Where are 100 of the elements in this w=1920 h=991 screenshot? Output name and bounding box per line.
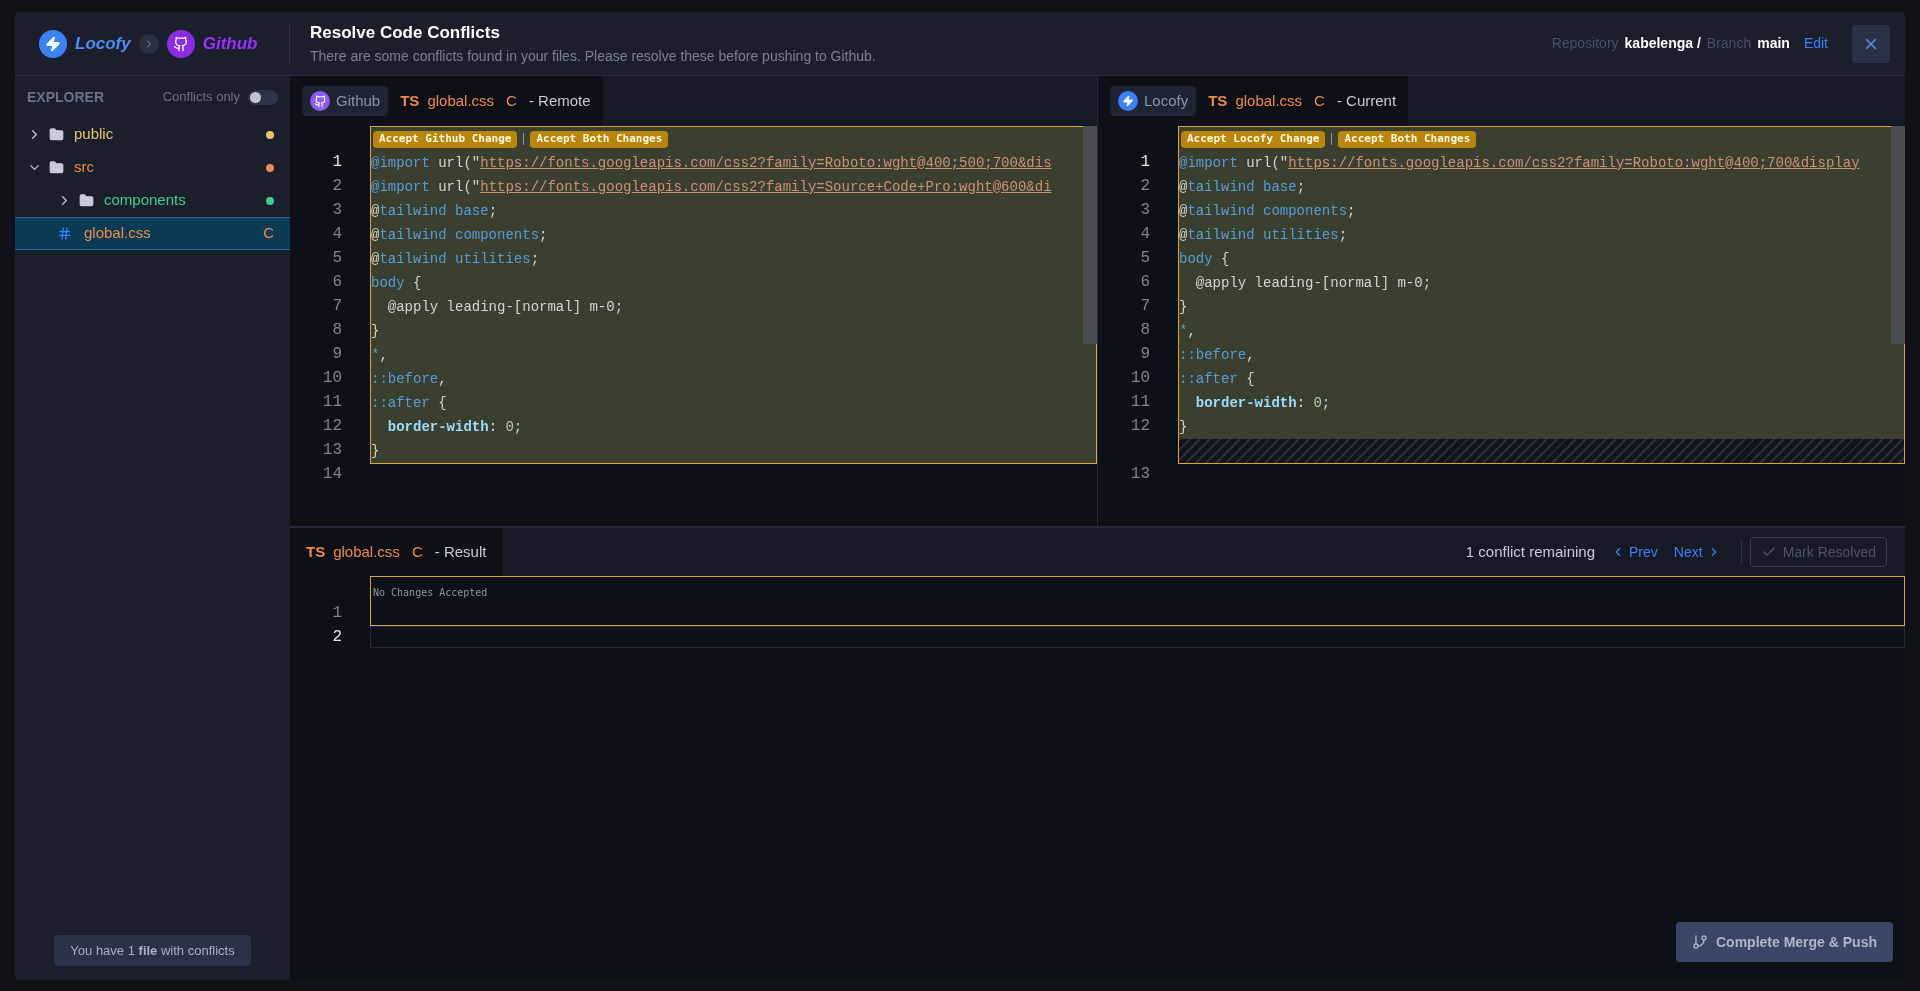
- line-number: 12: [1129, 416, 1150, 437]
- line-number: 1: [331, 152, 342, 173]
- code-line: ::after {: [1179, 369, 1255, 389]
- editor-tab[interactable]: Github TS global.css C - Remote: [290, 76, 603, 126]
- line-number: 5: [331, 248, 342, 269]
- line-number: 7: [331, 296, 342, 317]
- bolt-logo-icon: [39, 29, 67, 58]
- hash-icon: [57, 226, 72, 241]
- code-line: border-width: 0;: [1194, 393, 1331, 413]
- code-line: *,: [1179, 321, 1196, 341]
- accept-change-button[interactable]: Accept Both Changes: [530, 130, 669, 148]
- edit-link[interactable]: Edit: [1803, 33, 1828, 54]
- line-number: 7: [1139, 296, 1150, 317]
- editor-tab[interactable]: Locofy TS global.css C - Current: [1098, 76, 1409, 126]
- code-line: body {: [1179, 249, 1230, 269]
- ts-label: TS: [400, 90, 420, 111]
- code-line: @tailwind utilities;: [1179, 225, 1348, 245]
- folder-icon: [49, 127, 64, 142]
- line-number: 3: [1139, 200, 1150, 221]
- line-number: 2: [331, 627, 342, 648]
- conflict-status: C: [411, 541, 423, 562]
- code-line: @import url("https://fonts.googleapis.com/css2?family=Roboto:wght@400;700&display: [1179, 153, 1860, 173]
- line-number: 8: [1139, 320, 1150, 341]
- conflict-summary: You have 1 file with conflicts: [54, 934, 251, 966]
- item-name: global.css: [84, 223, 152, 244]
- line-number: 8: [331, 320, 342, 341]
- conflict-status: C: [1314, 90, 1325, 111]
- line-number: 9: [331, 344, 342, 365]
- line-number: 9: [1139, 344, 1150, 365]
- line-number: 12: [321, 416, 342, 437]
- pane-role: - Current: [1336, 90, 1397, 111]
- item-name: src: [74, 157, 95, 178]
- branch-name: main: [1757, 34, 1790, 53]
- ts-label: TS: [1208, 90, 1228, 111]
- code-line: ::after {: [371, 393, 447, 413]
- item-name: components: [104, 190, 187, 211]
- chevron-right-icon: [138, 33, 159, 54]
- line-number: 1: [331, 603, 342, 624]
- result-field[interactable]: No Changes Accepted: [370, 576, 1905, 626]
- explorer-title: EXPLORER: [27, 87, 104, 107]
- line-number: 11: [1129, 392, 1150, 413]
- code-line: }: [371, 441, 380, 461]
- line-number: 1: [1139, 152, 1150, 173]
- repository-name: kabelenga /: [1624, 34, 1701, 53]
- line-number: 6: [331, 272, 342, 293]
- conflicts-remaining: 1 conflict remaining: [1465, 541, 1596, 562]
- pane-role: - Remote: [528, 90, 591, 111]
- filter-label: Conflicts only: [162, 88, 240, 107]
- code-line: border-width: 0;: [386, 417, 523, 437]
- code-line: }: [371, 321, 380, 341]
- bolt-logo-icon: [1118, 91, 1138, 111]
- line-number: 4: [331, 224, 342, 245]
- folder-item[interactable]: public: [15, 118, 290, 151]
- accept-change-button[interactable]: Accept Locofy Change: [1181, 130, 1326, 148]
- line-number: 14: [321, 464, 342, 485]
- scrollbar-thumb[interactable]: [1083, 126, 1097, 344]
- brand-name: Github: [202, 32, 258, 55]
- brand-name: Locofy: [75, 32, 131, 55]
- code-line: body {: [371, 273, 422, 293]
- repository-label: Repository: [1551, 34, 1619, 53]
- file-name: global.css: [1235, 90, 1303, 111]
- code-line: @tailwind utilities;: [371, 249, 540, 269]
- dialog-title: Resolve Code Conflicts: [310, 22, 501, 45]
- conflicts-toggle[interactable]: [248, 89, 278, 105]
- pane-role: - Result: [434, 541, 487, 562]
- editor-tab[interactable]: TS global.css C - Result: [290, 528, 503, 576]
- conflict-status: C: [506, 90, 517, 111]
- line-number: 2: [331, 176, 342, 197]
- github-logo-icon: [310, 91, 330, 111]
- line-number: 4: [1139, 224, 1150, 245]
- code-line: *,: [371, 345, 388, 365]
- conflict-status-label: C: [263, 223, 274, 244]
- code-line: @tailwind components;: [371, 225, 548, 245]
- line-number: 13: [1129, 464, 1150, 485]
- line-number: 13: [321, 440, 342, 461]
- line-number: 3: [331, 200, 342, 221]
- folder-item[interactable]: src: [15, 151, 290, 184]
- accept-change-button[interactable]: Accept Both Changes: [1338, 130, 1477, 148]
- branch-label: Branch: [1706, 34, 1752, 53]
- scrollbar-thumb[interactable]: [1891, 126, 1905, 344]
- github-logo-icon: [166, 29, 195, 58]
- line-number: 5: [1139, 248, 1150, 269]
- accept-change-button[interactable]: Accept Github Change: [373, 130, 518, 148]
- code-line: ::before,: [371, 369, 447, 389]
- next-button[interactable]: Next: [1673, 541, 1721, 563]
- line-number: 10: [321, 368, 342, 389]
- file-item[interactable]: global.css C: [15, 217, 290, 250]
- prev-button[interactable]: Prev: [1611, 541, 1658, 563]
- close-button[interactable]: [1852, 24, 1890, 63]
- placeholder-text: No Changes Accepted: [373, 587, 488, 598]
- complete-merge-button[interactable]: Complete Merge & Push: [1675, 922, 1893, 962]
- code-line: }: [1179, 417, 1188, 437]
- folder-icon: [79, 193, 94, 208]
- folder-icon: [49, 160, 64, 175]
- code-line: @import url("https://fonts.googleapis.com/css2?family=Source+Code+Pro:wght@600&di: [371, 177, 1052, 197]
- folder-item[interactable]: components: [15, 184, 290, 217]
- source-badge: Github: [302, 85, 389, 117]
- code-line: @tailwind base;: [1179, 177, 1306, 197]
- line-number: 6: [1139, 272, 1150, 293]
- code-line: @apply leading-[normal] m-0;: [1194, 273, 1432, 293]
